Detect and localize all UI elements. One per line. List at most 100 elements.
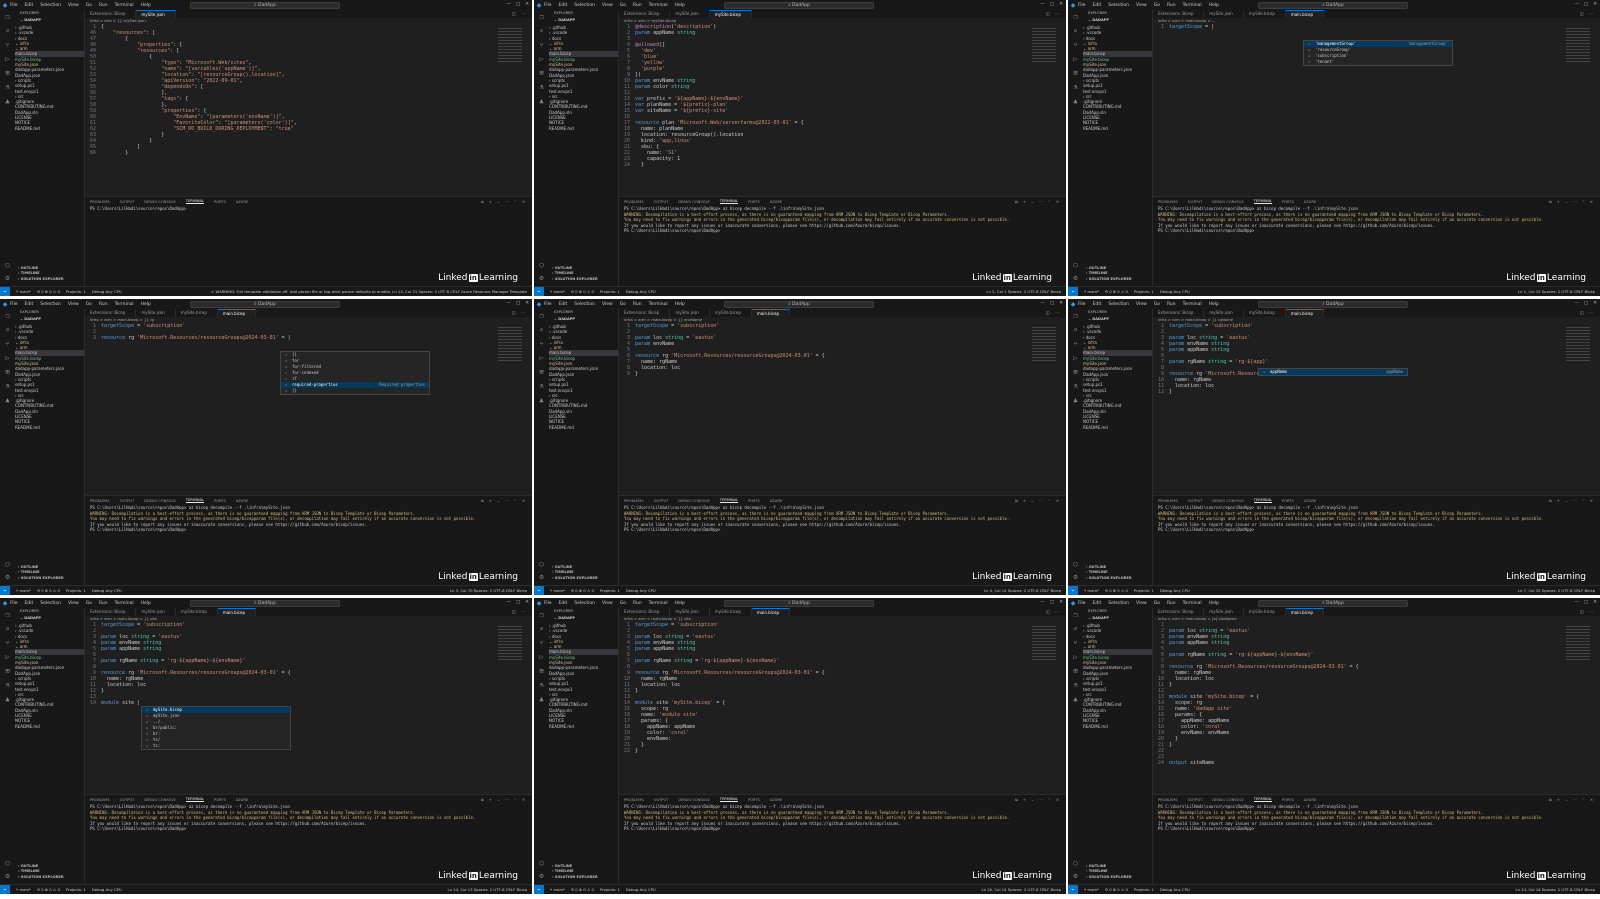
menu-item-terminal[interactable]: Terminal (1183, 3, 1202, 8)
panel-actions[interactable]: ⧉ + ⌄ ⋯ ⌃ ✕ (1549, 499, 1600, 503)
minimap[interactable] (1566, 327, 1590, 361)
panel-tab-ports[interactable]: PORTS (1282, 200, 1294, 204)
source-control-icon[interactable]: ⑂ (5, 340, 9, 348)
editor-tab[interactable]: Extensions: Bicep (85, 309, 137, 317)
extensions-icon[interactable]: ⊞ (539, 368, 543, 376)
workspace-root[interactable]: ⌄ DADAPP (549, 17, 618, 24)
maximize-button[interactable]: □ (1584, 299, 1588, 309)
search-icon[interactable]: ⌕ (1073, 27, 1077, 35)
search-icon[interactable]: ⌕ (539, 27, 543, 35)
menu-item-selection[interactable]: Selection (1108, 3, 1129, 8)
build-config-status[interactable]: Debug Any CPU (1160, 588, 1190, 593)
file-tree-item[interactable]: README.md (549, 724, 618, 729)
panel-actions[interactable]: ⧉ + ⌄ ⋯ ⌃ ✕ (481, 200, 532, 204)
panel-tab-debug-console[interactable]: DEBUG CONSOLE (678, 200, 709, 204)
menu-item-edit[interactable]: Edit (25, 3, 34, 8)
command-center-search[interactable]: ⌕ DadApp (724, 1, 874, 9)
panel-tab-terminal[interactable]: TERMINAL (185, 498, 205, 503)
code-editor[interactable]: 1 targetScope = 'subscription' 2 3 param loc… (1153, 323, 1600, 495)
gear-icon[interactable]: ⚙ (539, 872, 543, 880)
extensions-icon[interactable]: ⊞ (5, 368, 9, 376)
project-status[interactable]: Projects: 1 (600, 588, 620, 593)
file-tree-item[interactable]: README.md (15, 425, 84, 430)
panel-tab-problems[interactable]: PROBLEMS (90, 499, 110, 503)
panel-tab-output[interactable]: OUTPUT (654, 499, 669, 503)
sidebar-panel-2[interactable]: › SOLUTION EXPLORER (15, 277, 85, 282)
azure-icon[interactable]: ▲ (5, 97, 9, 105)
git-branch-status[interactable]: ⑂ main* (1084, 887, 1099, 892)
sidebar-panel-2[interactable]: › SOLUTION EXPLORER (15, 576, 85, 581)
panel-tab-debug-console[interactable]: DEBUG CONSOLE (144, 798, 175, 802)
git-branch-status[interactable]: ⑂ main* (16, 887, 31, 892)
panel-tab-output[interactable]: OUTPUT (120, 499, 135, 503)
menu-item-view[interactable]: View (602, 3, 613, 8)
minimize-button[interactable]: — (1574, 299, 1579, 309)
close-button[interactable]: ✕ (1059, 0, 1063, 10)
editor-status-info[interactable]: Ln 7, Col 35 Spaces: 2 UTF-8 CRLF Bicep (1518, 588, 1600, 593)
terminal-output[interactable]: PS C:\Users\LilHadi\source\repos\DadApp>… (1153, 804, 1600, 832)
workspace-root[interactable]: ⌄ DADAPP (1083, 316, 1152, 323)
files-icon[interactable]: ❐ (5, 13, 9, 21)
panel-actions[interactable]: ⧉ + ⌄ ⋯ ⌃ ✕ (481, 798, 532, 802)
panel-tab-ports[interactable]: PORTS (748, 499, 760, 503)
gear-icon[interactable]: ⚙ (5, 274, 9, 282)
menu-item-run[interactable]: Run (1167, 3, 1176, 8)
search-icon[interactable]: ⌕ (5, 326, 9, 334)
extensions-icon[interactable]: ⊞ (1073, 69, 1077, 77)
editor-status-info[interactable]: Ln 20, Col 14 Spaces: 2 UTF-8 CRLF Bicep (982, 887, 1066, 892)
minimap[interactable] (498, 28, 522, 62)
command-center-search[interactable]: ⌕ DadApp (724, 599, 874, 607)
menu-item-selection[interactable]: Selection (574, 302, 595, 307)
editor-tab[interactable]: main.bicep (1285, 10, 1325, 18)
search-icon[interactable]: ⌕ (539, 326, 543, 334)
editor-status-info[interactable]: Ln 2, Col 1 Spaces: 2 UTF-8 CRLF Bicep (986, 289, 1066, 294)
editor-tab[interactable]: mySite.bicep (176, 608, 218, 616)
account-icon[interactable]: ◯ (539, 859, 543, 867)
panel-actions[interactable]: ⧉ + ⌄ ⋯ ⌃ ✕ (1549, 798, 1600, 802)
remote-indicator-icon[interactable]: ⌁ (534, 286, 544, 296)
menu-item-edit[interactable]: Edit (1093, 3, 1102, 8)
gear-icon[interactable]: ⚙ (1073, 274, 1077, 282)
gear-icon[interactable]: ⚙ (539, 573, 543, 581)
menu-item-terminal[interactable]: Terminal (649, 3, 668, 8)
panel-tab-terminal[interactable]: TERMINAL (185, 199, 205, 204)
editor-actions[interactable]: ◫ ⋯ (512, 309, 532, 317)
maximize-button[interactable]: □ (516, 0, 520, 10)
azure-icon[interactable]: ▲ (539, 97, 543, 105)
remote-indicator-icon[interactable]: ⌁ (534, 585, 544, 595)
maximize-button[interactable]: □ (516, 299, 520, 309)
git-branch-status[interactable]: ⑂ main* (16, 289, 31, 294)
remote-indicator-icon[interactable]: ⌁ (1068, 884, 1078, 894)
panel-tab-output[interactable]: OUTPUT (120, 798, 135, 802)
gear-icon[interactable]: ⚙ (1073, 573, 1077, 581)
git-branch-status[interactable]: ⑂ main* (16, 588, 31, 593)
account-icon[interactable]: ◯ (1073, 560, 1077, 568)
terminal-output[interactable]: PS C:\Users\LilHadi\source\repos\DadApp>… (619, 804, 1066, 832)
menu-item-help[interactable]: Help (1209, 601, 1219, 606)
remote-indicator-icon[interactable]: ⌁ (1068, 585, 1078, 595)
run-debug-icon[interactable]: ▷ (5, 55, 9, 63)
menu-item-view[interactable]: View (68, 3, 79, 8)
terminal-output[interactable]: PS C:\Users\LilHadi\source\repos\DadApp>… (1153, 505, 1600, 533)
panel-tab-debug-console[interactable]: DEBUG CONSOLE (678, 798, 709, 802)
minimize-button[interactable]: — (1574, 598, 1579, 608)
workspace-root[interactable]: ⌄ DADAPP (1083, 615, 1152, 622)
menu-item-go[interactable]: Go (1154, 302, 1160, 307)
editor-tab[interactable]: Extensions: Bicep (619, 10, 671, 18)
editor-status-info[interactable]: Ln 3, Col 70 Spaces: 2 UTF-8 CRLF Bicep (450, 588, 532, 593)
menu-item-edit[interactable]: Edit (1093, 601, 1102, 606)
editor-tab[interactable]: mySite.json (670, 309, 710, 317)
command-center-search[interactable]: ⌕ DadApp (1258, 1, 1408, 9)
editor-tab[interactable]: mySite.json (670, 608, 710, 616)
run-debug-icon[interactable]: ▷ (539, 653, 543, 661)
menu-item-terminal[interactable]: Terminal (115, 601, 134, 606)
file-tree-item[interactable]: README.md (1083, 425, 1152, 430)
command-center-search[interactable]: ⌕ DadApp (190, 1, 340, 9)
terminal-output[interactable]: PS C:\Users\LilHadi\source\repos\DadApp> (85, 206, 532, 212)
editor-tab[interactable]: Extensions: Bicep (1153, 309, 1205, 317)
panel-tab-azure[interactable]: AZURE (236, 499, 248, 503)
files-icon[interactable]: ❐ (539, 13, 543, 21)
build-config-status[interactable]: Debug Any CPU (626, 588, 656, 593)
command-center-search[interactable]: ⌕ DadApp (1258, 599, 1408, 607)
menu-item-help[interactable]: Help (141, 3, 151, 8)
